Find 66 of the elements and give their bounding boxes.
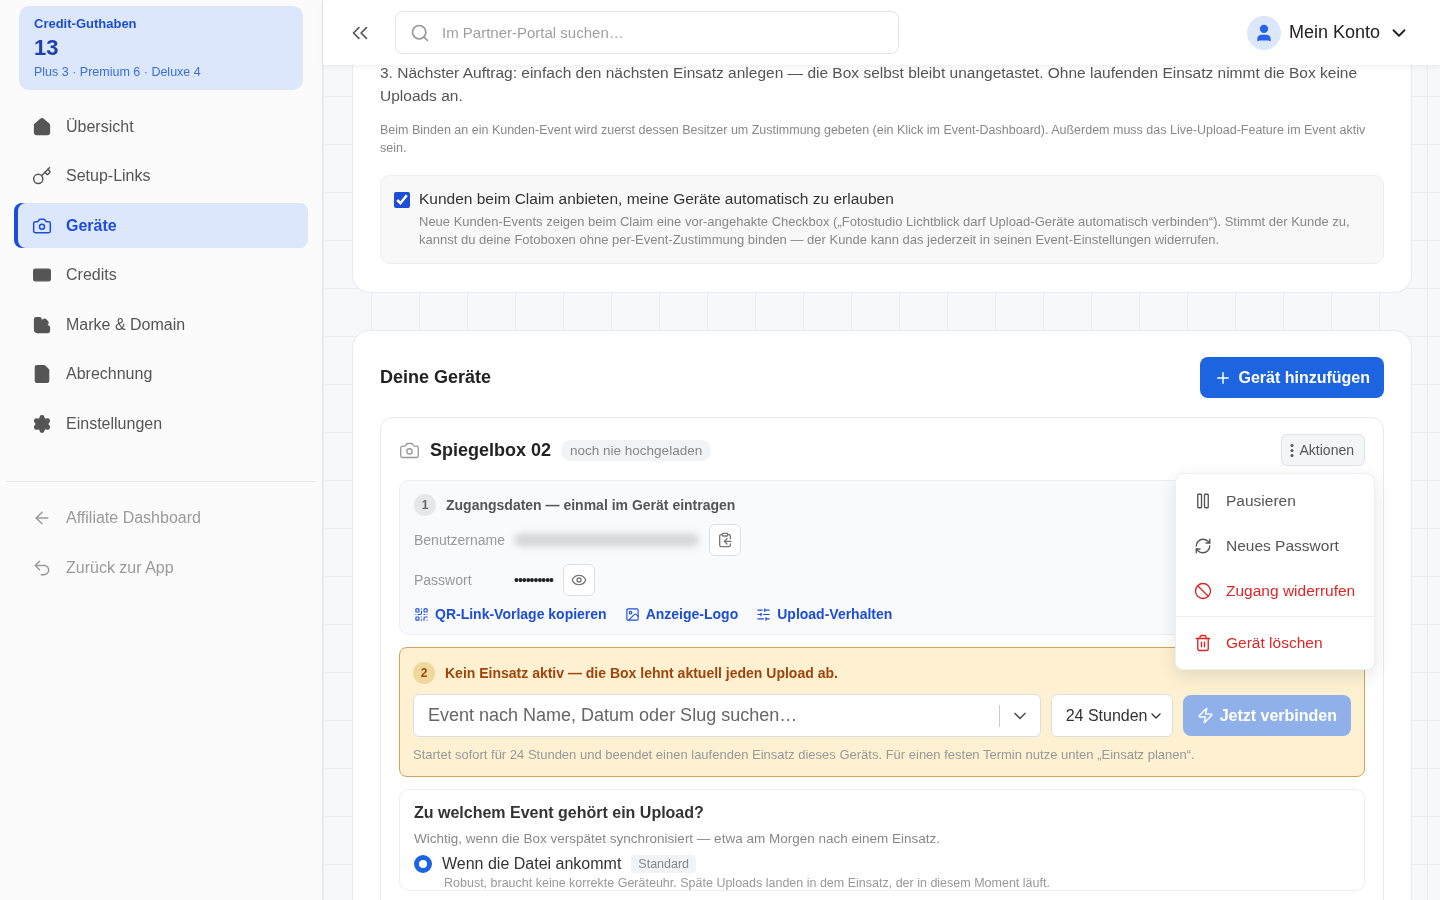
- option-badge: Standard: [631, 855, 697, 873]
- image-icon: [624, 606, 640, 622]
- credit-total: 13: [34, 35, 60, 61]
- nav-item[interactable]: Einstellungen: [14, 401, 308, 446]
- copy-button[interactable]: [709, 524, 741, 556]
- warning-text: Kein Einsatz aktiv — die Box lehnt aktuell jeden Upload ab.: [445, 665, 838, 681]
- account-menu-button[interactable]: Mein Konto: [1240, 14, 1416, 51]
- option-description: Robust, braucht keine korrekte Geräteuhr. Späte Uploads landen in dem Einsatz, der in diesem Moment läuft.: [444, 876, 1051, 890]
- nav-item[interactable]: Übersicht: [14, 104, 308, 149]
- house-icon: [32, 116, 52, 137]
- swatch-icon: [32, 314, 52, 335]
- action-link[interactable]: Upload-Verhalten: [756, 606, 893, 622]
- copy-icon: [717, 532, 733, 548]
- trash-icon: [1194, 633, 1212, 652]
- key-icon: [32, 166, 52, 186]
- action-link[interactable]: Anzeige-Logo: [624, 606, 739, 622]
- more-icon: [1289, 443, 1294, 457]
- status-badge: noch nie hochgeladen: [561, 439, 712, 461]
- step-title: Zugangsdaten — einmal im Gerät eintragen: [446, 497, 736, 513]
- menu-item[interactable]: Gerät löschen: [1176, 620, 1374, 665]
- consent-checkbox[interactable]: [394, 192, 410, 208]
- menu-item[interactable]: Neues Passwort: [1176, 523, 1374, 568]
- panel-title: Zu welchem Event gehört ein Upload?: [414, 804, 705, 822]
- step-number: 1: [414, 494, 436, 516]
- pause-icon: [1194, 491, 1212, 510]
- nav-item[interactable]: Setup-Links: [14, 153, 308, 199]
- ban-icon: [1194, 581, 1212, 600]
- step-text: 3. Nächster Auftrag: einfach den nächsten Einsatz anlegen — die Box selbst bleibt unangetastet. Ohne laufenden Einsatz nimmt die Box keine Uploads an.: [380, 65, 1359, 106]
- search-icon: [410, 22, 430, 43]
- password-value: ••••••••••: [514, 572, 553, 588]
- consent-label: Kunden beim Claim anbieten, meine Geräte automatisch zu erlauben: [419, 190, 895, 208]
- radio-button[interactable]: [414, 855, 432, 873]
- eye-icon: [571, 572, 587, 588]
- option-label: Wenn die Datei ankommt: [442, 855, 622, 873]
- add-device-button[interactable]: Gerät hinzufügen: [1200, 357, 1384, 398]
- field-label: Benutzername: [414, 532, 504, 548]
- panel-description: Wichtig, wenn die Box verspätet synchronisiert — etwa am Morgen nach einem Einsatz.: [414, 831, 941, 846]
- search-field[interactable]: Im Partner-Portal suchen…: [395, 11, 899, 54]
- nav-item[interactable]: Geräte: [14, 203, 308, 248]
- credit-title: Credit-Guthaben: [34, 16, 138, 31]
- field-label: Passwort: [414, 572, 473, 588]
- lightning-icon: [1196, 707, 1214, 724]
- menu-item[interactable]: Zugang widerrufen: [1176, 568, 1374, 613]
- hint-text: Startet sofort für 24 Stunden und beendet einen laufenden Einsatz dieses Geräts. Für einen festen Termin nutze unten „Einsatz planen“.: [413, 747, 1196, 762]
- nav-item[interactable]: Credits: [14, 252, 308, 298]
- device-name: Spiegelbox 02: [430, 439, 552, 461]
- duration-select[interactable]: 24 Stunden: [1050, 694, 1173, 737]
- actions-button[interactable]: Aktionen: [1280, 434, 1365, 466]
- nav-item[interactable]: Abrechnung: [14, 351, 308, 397]
- document-icon: [32, 364, 52, 384]
- qr-icon: [414, 606, 429, 622]
- note-text: Beim Binden an ein Kunden-Event wird zuerst dessen Besitzer um Zustimmung gebeten (ein Klick im Event-Dashboard). Außerdem muss das Live-Upload-Feature im Event aktiv sein.: [380, 122, 1367, 157]
- user-icon: [1246, 15, 1281, 50]
- nav-item[interactable]: Marke & Domain: [14, 302, 308, 347]
- refresh-icon: [1194, 536, 1212, 555]
- settings-icon: [32, 413, 52, 434]
- action-link[interactable]: QR-Link-Vorlage kopieren: [414, 606, 607, 622]
- show-password-button[interactable]: [563, 564, 595, 596]
- menu-item[interactable]: Pausieren: [1176, 478, 1374, 523]
- search-input[interactable]: Im Partner-Portal suchen…: [440, 23, 884, 42]
- sliders-icon: [756, 606, 772, 622]
- consent-description: Neue Kunden-Events zeigen beim Claim eine vor-angehakte Checkbox („Fotostudio Lichtblick darf Upload-Geräte automatisch verbinden“). Stimmt der Kunde zu, kannst du deine Fotoboxen ohne per-Event-Zustimmung binden — der Kunde kann das jederzeit in seinen Event-Einstellungen widerrufen.: [419, 213, 1351, 249]
- section-title: Deine Geräte: [380, 367, 492, 388]
- step-number: 2: [413, 662, 435, 684]
- event-search-field[interactable]: Event nach Name, Datum oder Slug suchen…: [413, 694, 1041, 737]
- credit-breakdown: Plus 3 · Premium 6 · Deluxe 4: [34, 65, 202, 79]
